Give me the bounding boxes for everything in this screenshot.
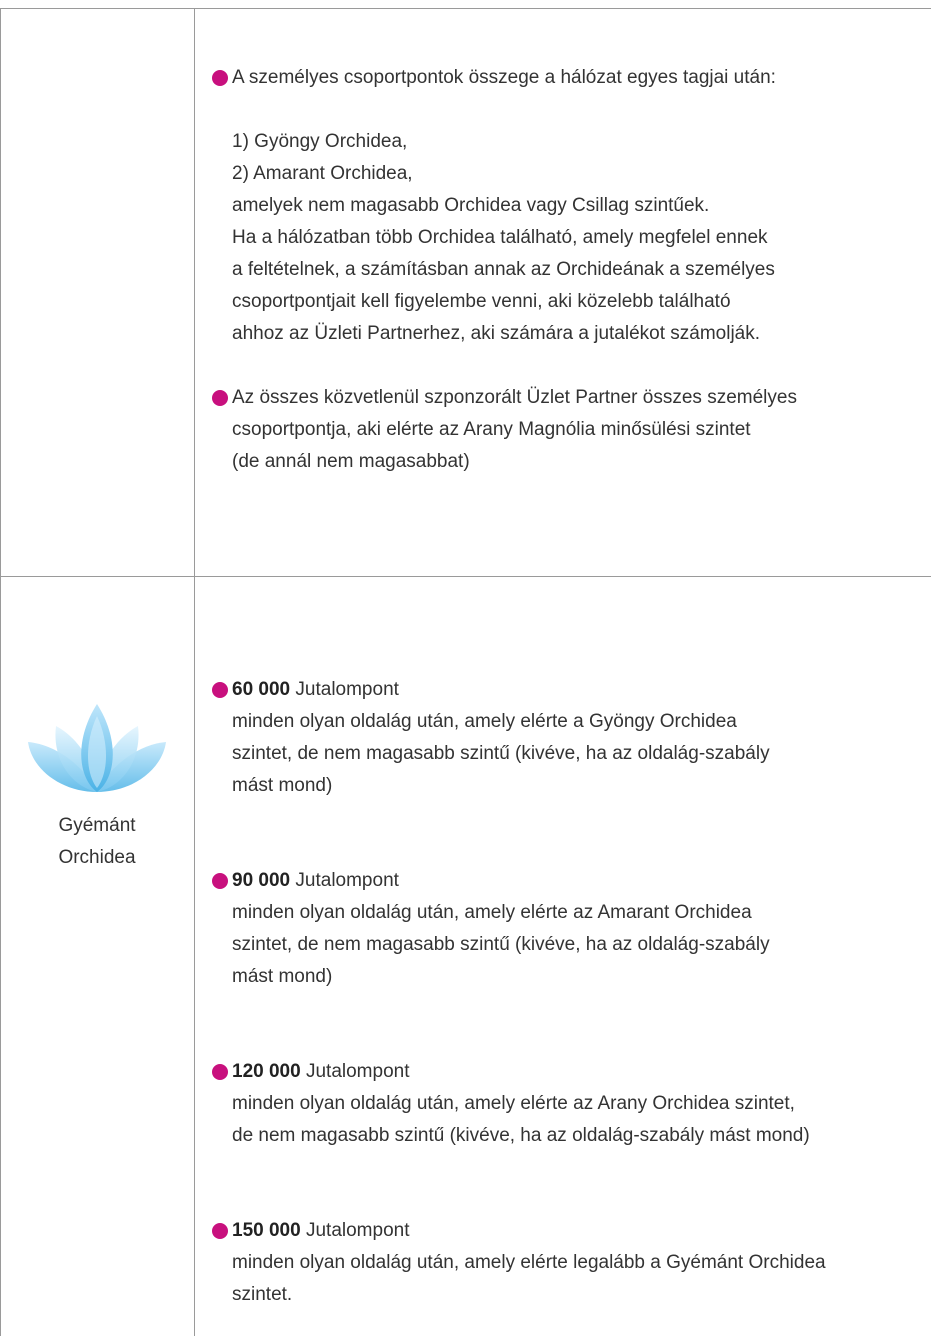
reward-amount: 120 000: [232, 1061, 301, 1082]
bullet-dot: [212, 390, 228, 406]
text-line: mást mond): [232, 966, 333, 987]
table-top-border: [0, 8, 931, 9]
text-line: ahhoz az Üzleti Partnerhez, aki számára …: [232, 323, 761, 344]
text-line: de nem magasabb szintű (kivéve, ha az ol…: [232, 1125, 810, 1146]
bullet-dot: [212, 1223, 228, 1239]
list-item: 2) Amarant Orchidea,: [232, 163, 413, 184]
reward-amount: 90 000: [232, 870, 291, 891]
reward-heading: 90 000 Jutalompont: [232, 865, 399, 897]
text-line: minden olyan oldalág után, amely elérte …: [232, 1252, 826, 1273]
reward-unit: Jutalompont: [305, 1220, 410, 1241]
text-line: mást mond): [232, 775, 333, 796]
bullet-dot: [212, 1064, 228, 1080]
text-line: csoportpontjait kell figyelembe venni, a…: [232, 291, 731, 312]
text-line: amelyek nem magasabb Orchidea vagy Csill…: [232, 195, 710, 216]
row1-bullet1-text: A személyes csoportpontok összege a háló…: [232, 67, 776, 88]
text-line: szintet, de nem magasabb szintű (kivéve,…: [232, 743, 770, 764]
table-left-border: [0, 8, 1, 1336]
reward-heading: 60 000 Jutalompont: [232, 674, 399, 706]
text-line: szintet, de nem magasabb szintű (kivéve,…: [232, 934, 770, 955]
bullet-dot: [212, 873, 228, 889]
reward-unit: Jutalompont: [295, 870, 399, 891]
text-line: minden olyan oldalág után, amely elérte …: [232, 711, 737, 732]
level-name: Gyémánt: [58, 815, 136, 836]
list-item: 1) Gyöngy Orchidea,: [232, 131, 408, 152]
rewards-table: A személyes csoportpontok összege a háló…: [0, 0, 931, 1336]
reward-amount: 150 000: [232, 1220, 301, 1241]
reward-amount: 60 000: [232, 679, 291, 700]
reward-heading: 150 000 Jutalompont: [232, 1215, 409, 1247]
text-line: csoportpontja, aki elérte az Arany Magnó…: [232, 419, 751, 440]
column-divider: [194, 8, 195, 1336]
text-line: Ha a hálózatban több Orchidea található,…: [232, 227, 768, 248]
bullet-dot: [212, 70, 228, 86]
level-name: Orchidea: [58, 847, 136, 868]
text-line: Az összes közvetlenül szponzorált Üzlet …: [232, 387, 797, 408]
bullet-dot: [212, 682, 228, 698]
text-line: minden olyan oldalág után, amely elérte …: [232, 1093, 795, 1114]
reward-unit: Jutalompont: [295, 679, 399, 700]
reward-unit: Jutalompont: [305, 1061, 410, 1082]
text-line: (de annál nem magasabbat): [232, 451, 470, 472]
text-line: szintet.: [232, 1284, 293, 1305]
lotus-icon: [22, 700, 172, 800]
row-divider: [0, 576, 931, 577]
reward-heading: 120 000 Jutalompont: [232, 1056, 409, 1088]
text-line: minden olyan oldalág után, amely elérte …: [232, 902, 752, 923]
text-line: a feltételnek, a számításban annak az Or…: [232, 259, 775, 280]
